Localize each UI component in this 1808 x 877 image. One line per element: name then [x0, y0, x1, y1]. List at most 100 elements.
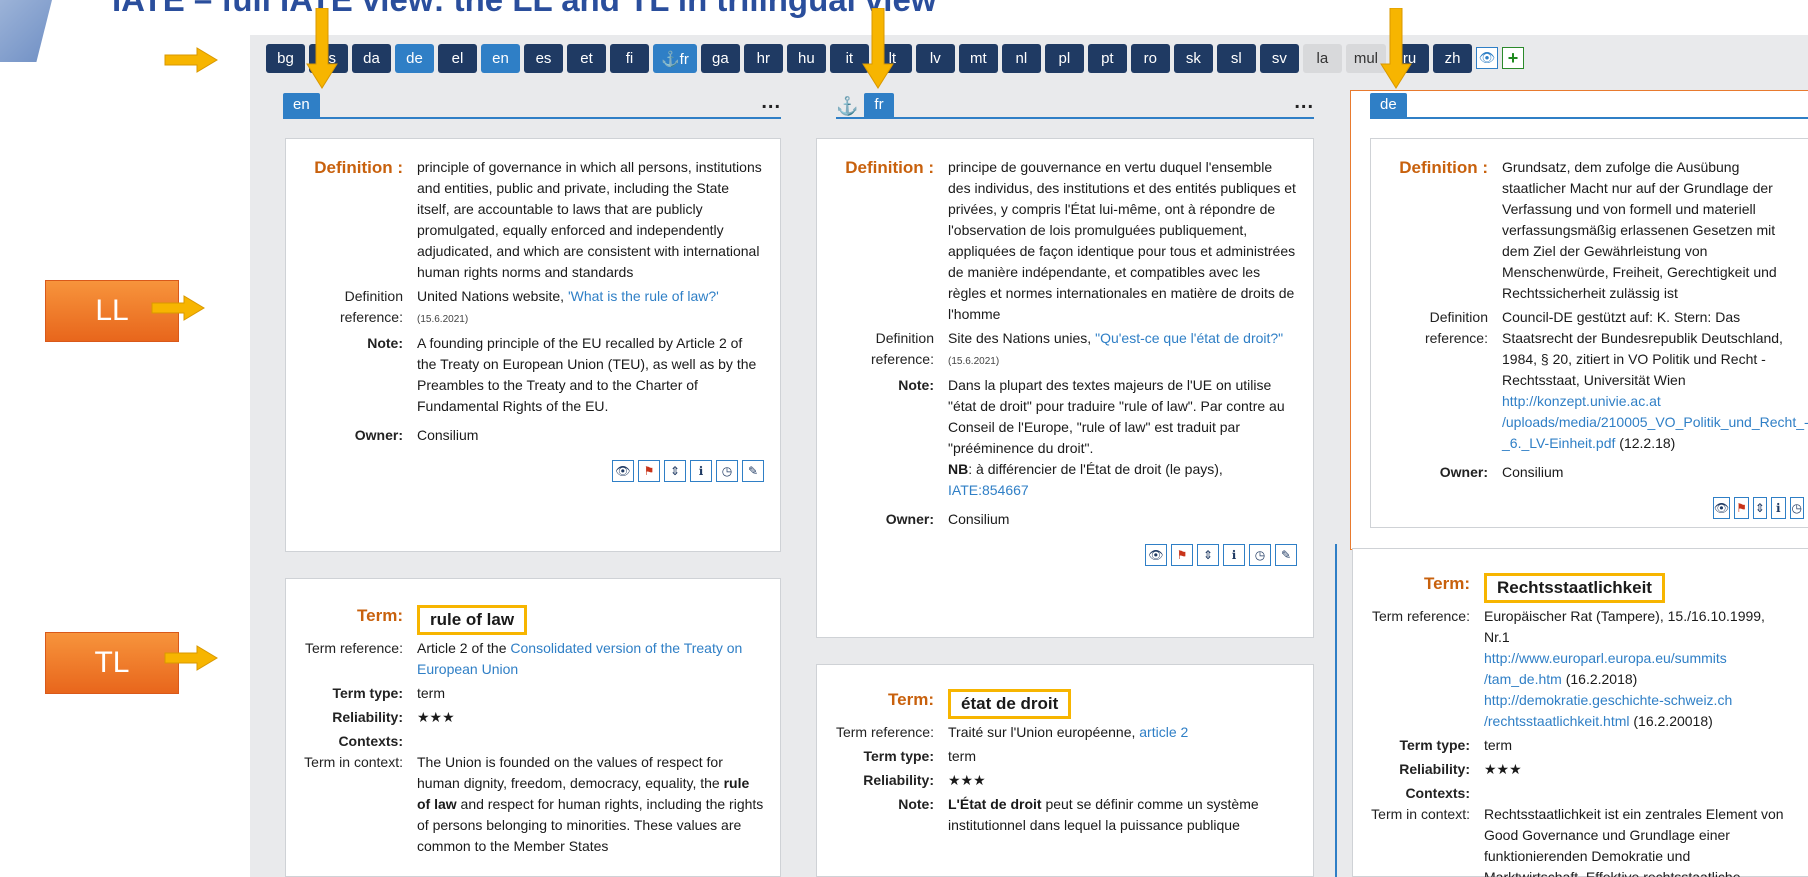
view-icon[interactable]: 👁	[612, 460, 634, 482]
contexts-label: Contexts:	[1405, 785, 1470, 801]
definition-text: principe de gouvernance en vertu duquel …	[948, 159, 1296, 322]
language-button-sv[interactable]: sv	[1259, 44, 1299, 73]
en-column-arrow-icon	[306, 8, 338, 89]
language-button-et[interactable]: et	[567, 44, 606, 73]
language-button-de[interactable]: de	[395, 44, 434, 73]
definition-reference-label: Definition reference:	[1424, 309, 1488, 346]
language-button-pt[interactable]: pt	[1087, 44, 1127, 73]
split-icon[interactable]: ⇕	[1752, 497, 1768, 519]
context-text-after: and respect for human rights, including …	[417, 796, 764, 854]
term-value: rule of law	[417, 605, 528, 635]
de-column-arrow-icon	[1380, 8, 1412, 89]
en-definition-actions: 👁 ⚑ ⇕ ℹ ◷ ✎	[302, 460, 764, 482]
reliability-label: Reliability:	[863, 772, 934, 788]
term-reference-link[interactable]: article 2	[1139, 724, 1188, 740]
owner-label: Owner:	[1439, 464, 1488, 480]
language-button-hr[interactable]: hr	[743, 44, 783, 73]
more-menu-icon[interactable]: ...	[1294, 92, 1314, 117]
info-icon[interactable]: ℹ	[1223, 544, 1245, 566]
language-view-icon[interactable]: 👁	[1476, 47, 1499, 69]
definition-reference-date: (15.6.2021)	[948, 356, 1000, 367]
definition-reference-date: (12.2.18)	[1619, 435, 1676, 451]
language-button-zh[interactable]: zh	[1433, 44, 1473, 73]
view-icon[interactable]: 👁	[1145, 544, 1167, 566]
language-button-ga[interactable]: ga	[700, 44, 740, 73]
definition-reference-label: Definition reference:	[339, 288, 403, 325]
note-text-2: : à différencier de l'État de droit (le …	[968, 461, 1223, 477]
split-icon[interactable]: ⇕	[1197, 544, 1219, 566]
term-reference-text: Traité sur l'Union européenne,	[948, 724, 1140, 740]
language-button-pl[interactable]: pl	[1044, 44, 1084, 73]
note-label: Note:	[898, 377, 934, 393]
language-button-bg[interactable]: bg	[266, 44, 305, 73]
term-type-value: term	[1484, 737, 1512, 753]
definition-text: principle of governance in which all per…	[417, 159, 762, 280]
flag-icon[interactable]: ⚑	[1171, 544, 1193, 566]
language-button-lv[interactable]: lv	[915, 44, 955, 73]
column-de-header: de	[1370, 90, 1808, 119]
tab-en[interactable]: en	[283, 93, 320, 117]
column-divider	[1335, 544, 1337, 877]
language-button-es[interactable]: es	[524, 44, 563, 73]
flag-icon[interactable]: ⚑	[1734, 497, 1749, 519]
definition-reference-link[interactable]: 'What is the rule of law?'	[568, 288, 719, 304]
definition-label: Definition :	[1399, 158, 1488, 177]
slide-title: IATE – full IATE view: the LL and TL in …	[112, 0, 936, 18]
definition-label: Definition :	[845, 158, 934, 177]
reliability-stars: ★★★	[948, 772, 986, 788]
owner-label: Owner:	[885, 511, 934, 527]
edit-icon[interactable]: ✎	[1275, 544, 1297, 566]
language-button-la[interactable]: la	[1302, 44, 1342, 73]
language-button-nl[interactable]: nl	[1001, 44, 1041, 73]
info-icon[interactable]: ℹ	[690, 460, 712, 482]
owner-value: Consilium	[1502, 464, 1564, 480]
more-menu-icon[interactable]: ...	[761, 92, 781, 117]
add-language-icon[interactable]: +	[1502, 47, 1525, 69]
info-icon[interactable]: ℹ	[1771, 497, 1786, 519]
language-button-sl[interactable]: sl	[1216, 44, 1256, 73]
fr-definition-card: Definition : principe de gouvernance en v…	[816, 138, 1314, 638]
term-type-label: Term type:	[1399, 737, 1470, 753]
en-term-card: Term: rule of law Term reference: Article …	[285, 578, 781, 877]
language-button-fr[interactable]: ⚓fr	[653, 44, 697, 73]
split-icon[interactable]: ⇕	[664, 460, 686, 482]
language-button-hu[interactable]: hu	[786, 44, 826, 73]
ll-arrow-icon	[151, 295, 205, 321]
contexts-label: Contexts:	[338, 733, 403, 749]
language-button-en[interactable]: en	[481, 44, 520, 73]
definition-reference-link[interactable]: "Qu'est-ce que l'état de droit?"	[1095, 330, 1283, 346]
term-reference-label: Term reference:	[1371, 608, 1470, 624]
history-icon[interactable]: ◷	[1789, 497, 1804, 519]
de-definition-card: Definition : Grundsatz, dem zufolge die A…	[1370, 138, 1808, 528]
flag-icon[interactable]: ⚑	[638, 460, 660, 482]
de-term-card: Term: Rechtsstaatlichkeit Term reference:…	[1352, 548, 1808, 877]
term-reference-text: Article 2 of the	[417, 640, 511, 656]
language-button-mt[interactable]: mt	[958, 44, 998, 73]
history-icon[interactable]: ◷	[1249, 544, 1271, 566]
note-iate-link[interactable]: IATE:854667	[948, 482, 1029, 498]
language-button-da[interactable]: da	[352, 44, 391, 73]
language-button-ro[interactable]: ro	[1130, 44, 1170, 73]
note-label: Note:	[898, 796, 934, 812]
reliability-label: Reliability:	[1399, 761, 1470, 777]
history-icon[interactable]: ◷	[716, 460, 738, 482]
fr-term-card: Term: état de droit Term reference: Traité…	[816, 664, 1314, 877]
language-button-fi[interactable]: fi	[610, 44, 649, 73]
language-button-el[interactable]: el	[438, 44, 477, 73]
language-button-sk[interactable]: sk	[1173, 44, 1213, 73]
term-label: Term:	[1424, 574, 1470, 593]
note-label: Note:	[367, 335, 403, 351]
definition-reference-label: Definition reference:	[870, 330, 934, 367]
tab-de[interactable]: de	[1370, 93, 1407, 117]
term-reference-label: Term reference:	[835, 724, 934, 740]
tab-fr[interactable]: fr	[864, 93, 894, 117]
term-value: Rechtsstaatlichkeit	[1484, 573, 1665, 603]
anchor-icon[interactable]: ⚓	[836, 96, 858, 117]
owner-value: Consilium	[948, 511, 1010, 527]
edit-icon[interactable]: ✎	[742, 460, 764, 482]
column-de: de	[1370, 90, 1808, 119]
tl-arrow-icon	[164, 645, 218, 671]
term-in-context-label: Term in context:	[1371, 806, 1470, 822]
term-reference-date-2: (16.2.20018)	[1633, 713, 1713, 729]
view-icon[interactable]: 👁	[1713, 497, 1731, 519]
